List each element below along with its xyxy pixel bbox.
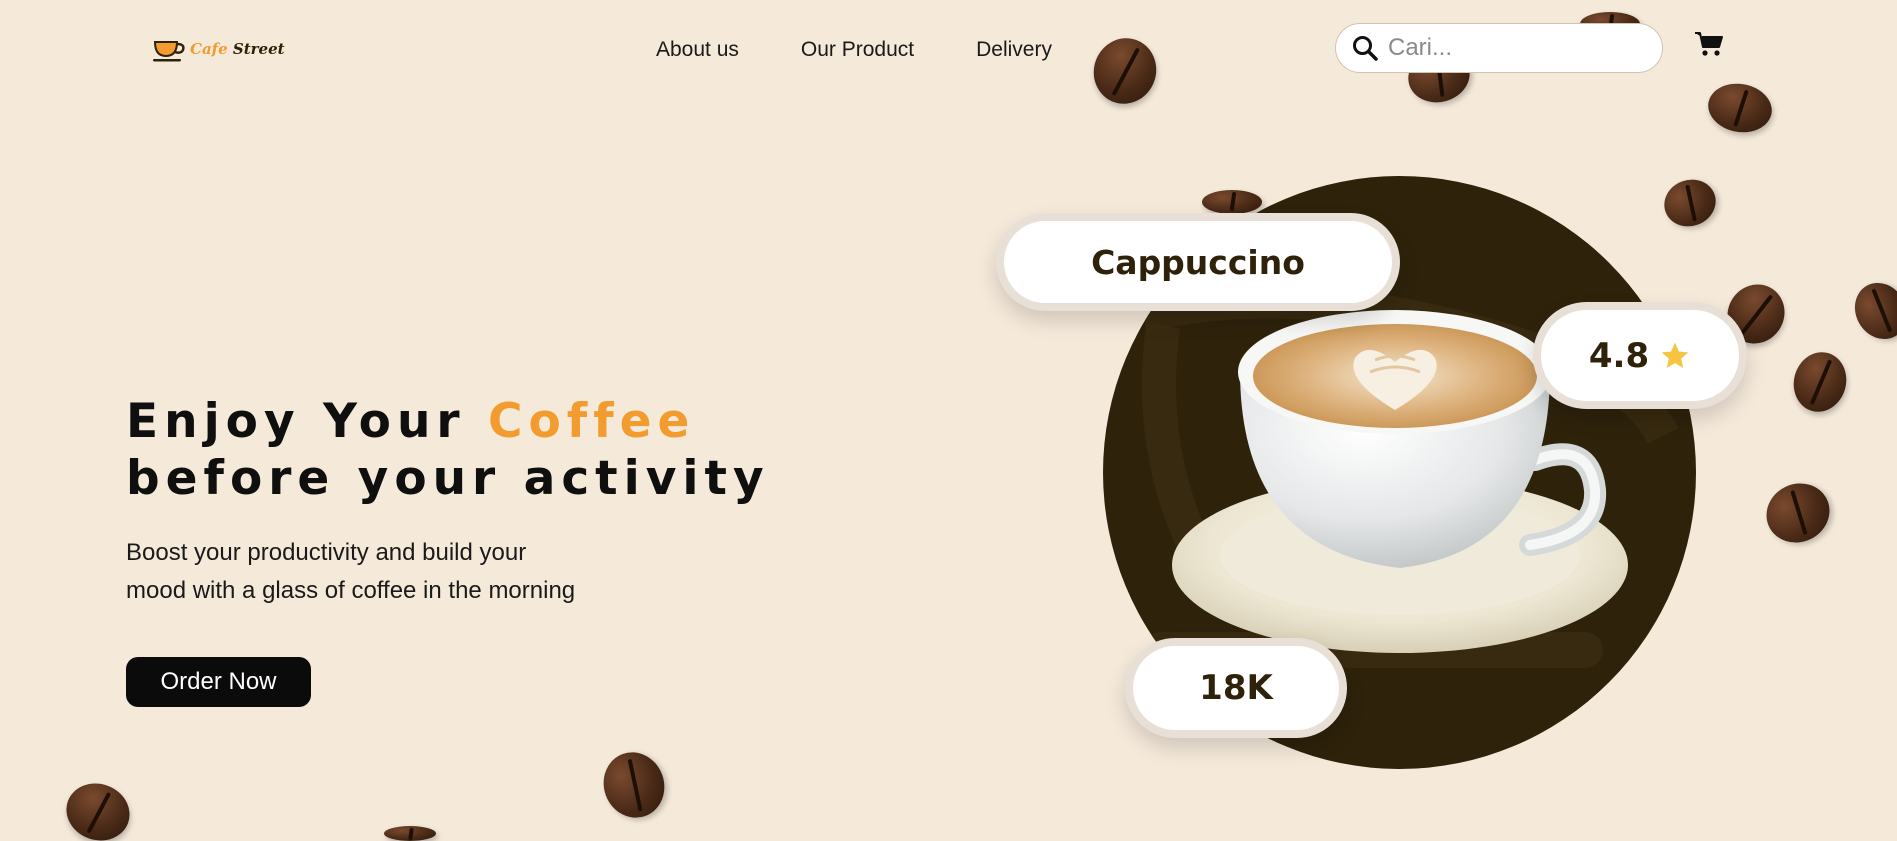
star-icon: [1661, 342, 1689, 368]
nav-link-delivery[interactable]: Delivery: [976, 38, 1052, 62]
product-name: Cappuccino: [1091, 242, 1305, 282]
product-name-badge: Cappuccino: [996, 213, 1400, 311]
coffee-bean: [1084, 29, 1166, 113]
coffee-bean: [58, 774, 138, 841]
coffee-bean: [1756, 473, 1840, 553]
hero-title: Enjoy Your Coffee before your activity: [126, 393, 770, 507]
order-now-button[interactable]: Order Now: [126, 657, 311, 707]
coffee-cup-logo-icon: [153, 41, 185, 62]
hero-title-prefix: Enjoy Your: [126, 394, 488, 449]
search-icon[interactable]: [1352, 35, 1378, 61]
sales-count-badge: 18K: [1125, 638, 1347, 738]
cart-icon[interactable]: [1694, 30, 1724, 58]
hero-subtitle: Boost your productivity and build your mo…: [126, 539, 576, 604]
coffee-bean: [594, 743, 674, 827]
main-nav: About us Our Product Delivery: [656, 38, 1052, 62]
sales-count: 18K: [1199, 668, 1273, 708]
coffee-bean: [1844, 273, 1897, 349]
nav-link-about-us[interactable]: About us: [656, 38, 739, 62]
hero-title-accent: Coffee: [487, 394, 696, 449]
landing-page: Cafe Street About us Our Product Deliver…: [0, 0, 1897, 841]
brand-logo[interactable]: Cafe Street: [152, 34, 285, 64]
coffee-bean: [384, 826, 436, 841]
hero-title-line2: before your activity: [126, 451, 770, 506]
brand-name: Cafe Street: [190, 40, 285, 58]
rating-value: 4.8: [1588, 335, 1650, 376]
nav-link-our-product[interactable]: Our Product: [801, 38, 914, 62]
rating-badge: 4.8: [1533, 302, 1747, 409]
search-box: [1335, 23, 1663, 73]
coffee-bean: [1704, 78, 1776, 138]
search-input[interactable]: [1386, 33, 1630, 63]
coffee-bean: [1787, 346, 1853, 418]
